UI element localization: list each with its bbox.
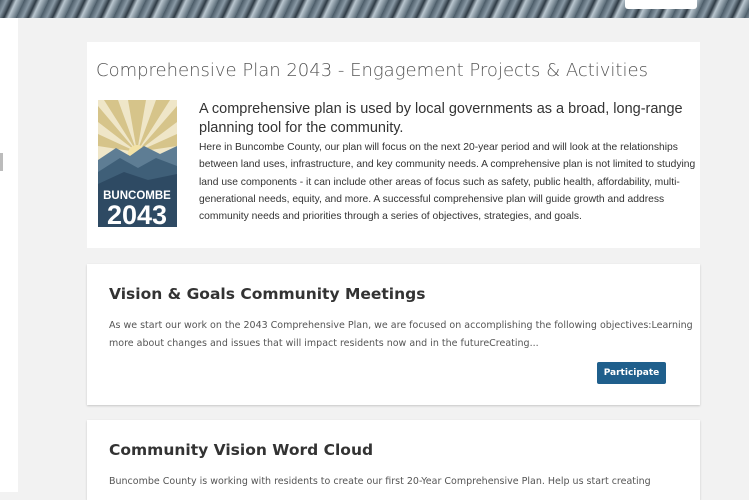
buncombe-2043-logo: BUNCOMBE 2043 [98,100,177,227]
page-title: Comprehensive Plan 2043 - Engagement Pro… [96,60,648,81]
left-edge-marker [0,153,3,171]
left-edge [0,18,18,492]
banner-nav-tab[interactable] [625,0,697,9]
header-banner-image [0,0,749,18]
project-card: Community Vision Word Cloud Buncombe Cou… [87,420,700,500]
project-card: Vision & Goals Community Meetings As we … [87,264,700,405]
participate-button[interactable]: Participate [597,362,666,384]
logo-year-text: 2043 [107,200,167,227]
intro-body-text: Here in Buncombe County, our plan will f… [199,142,696,223]
project-title[interactable]: Community Vision Word Cloud [109,441,373,459]
project-title[interactable]: Vision & Goals Community Meetings [109,285,425,303]
intro-lead-text: A comprehensive plan is used by local go… [199,101,683,136]
project-description: As we start our work on the 2043 Compreh… [109,320,693,349]
project-description: Buncombe County is working with resident… [109,476,651,487]
plan-header-card: Comprehensive Plan 2043 - Engagement Pro… [87,42,700,248]
